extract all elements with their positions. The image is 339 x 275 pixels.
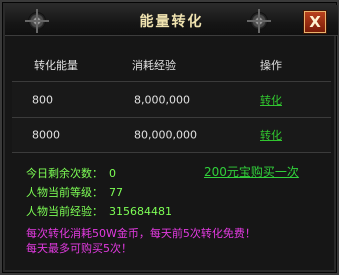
exp-cost: 80,000,000 <box>134 128 197 142</box>
energy-amount: 800 <box>32 93 53 106</box>
table-row: 8000 80,000,000 转化 <box>12 117 331 153</box>
exp-label: 人物当前经验： <box>26 205 103 218</box>
convert-link[interactable]: 转化 <box>260 127 282 143</box>
buy-once-link[interactable]: 200元宝购买一次 <box>204 163 299 180</box>
remaining-count: 今日剩余次数： 0 <box>26 165 116 181</box>
current-level: 人物当前等级： 77 <box>26 184 123 200</box>
ornament-right-icon <box>247 9 271 33</box>
window-title: 能量转化 <box>139 14 204 30</box>
close-button[interactable]: X <box>304 11 326 33</box>
exp-value: 315684481 <box>109 205 172 218</box>
exp-cost: 8,000,000 <box>134 93 190 106</box>
notice-line-2: 每天最多可购买5次！ <box>26 242 132 255</box>
remaining-value: 0 <box>109 167 116 180</box>
current-exp: 人物当前经验： 315684481 <box>26 203 172 219</box>
remaining-label: 今日剩余次数： <box>26 167 103 180</box>
energy-convert-window: 能量转化 X 转化能量 消耗经验 操作 800 8,000,000 转化 800… <box>0 0 339 275</box>
convert-link[interactable]: 转化 <box>260 92 282 108</box>
conversion-table: 转化能量 消耗经验 操作 800 8,000,000 转化 8000 80,00… <box>12 55 331 153</box>
energy-amount: 8000 <box>32 128 60 142</box>
level-value: 77 <box>109 186 123 199</box>
header-action: 操作 <box>260 59 282 72</box>
table-row: 800 8,000,000 转化 <box>12 81 331 117</box>
header-exp: 消耗经验 <box>132 59 176 72</box>
notice-line-1: 每次转化消耗50W金币，每天前5次转化免费！ <box>26 227 256 240</box>
title-bar[interactable]: 能量转化 <box>5 5 338 36</box>
header-energy: 转化能量 <box>34 59 78 72</box>
table-header: 转化能量 消耗经验 操作 <box>12 55 331 81</box>
level-label: 人物当前等级： <box>26 186 103 199</box>
